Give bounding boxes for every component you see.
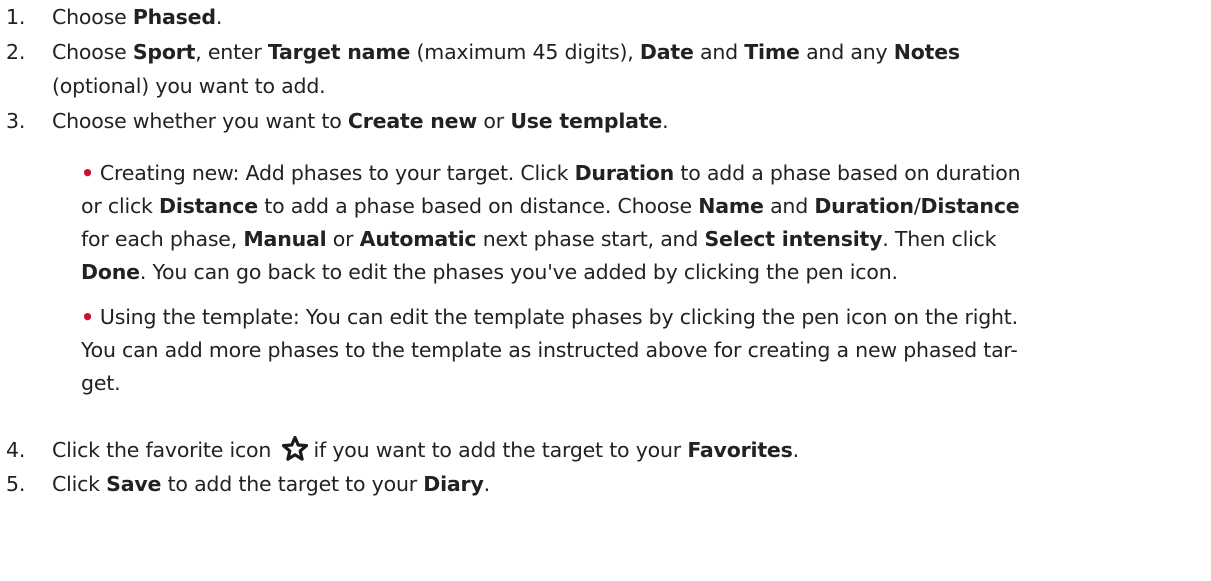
ui-term-distance: Distance xyxy=(159,194,258,218)
step-number: 1. xyxy=(6,5,26,29)
bullet-text: and xyxy=(763,194,815,218)
bullet-create-new: • Creating new: Add phases to your target… xyxy=(81,156,1021,190)
bullet-text: or xyxy=(326,227,360,251)
step-number: 2. xyxy=(6,40,26,64)
bullet-dot: • xyxy=(81,161,94,185)
step-text: and any xyxy=(799,40,894,64)
step-text: Choose xyxy=(52,40,133,64)
ui-term-duration: Duration xyxy=(814,194,914,218)
star-icon xyxy=(281,435,308,471)
bullet-use-template: • Using the template: You can edit the te… xyxy=(81,300,1018,334)
step-text: Click xyxy=(52,472,107,496)
step-5: 5. Click Save to add the target to your D… xyxy=(0,467,490,501)
bullet-create-new-line-3: for each phase, Manual or Automatic next… xyxy=(81,222,997,256)
step-1: 1. Choose Phased. xyxy=(0,0,222,34)
step-4: 4. Click the favorite icon if you want to… xyxy=(0,433,799,471)
step-text: . xyxy=(483,472,491,496)
step-2-continued: (optional) you want to add. xyxy=(52,69,326,103)
ui-term-use-template: Use template xyxy=(510,109,663,133)
step-text: and xyxy=(693,40,745,64)
ui-term-phased: Phased xyxy=(132,5,216,29)
ui-term-diary: Diary xyxy=(423,472,484,496)
step-text: or xyxy=(477,109,511,133)
step-text: . xyxy=(662,109,669,133)
bullet-text: get. xyxy=(81,371,121,395)
bullet-text: . Then click xyxy=(882,227,997,251)
ui-term-save: Save xyxy=(106,472,162,496)
bullet-use-template-line-2: You can add more phases to the template … xyxy=(81,333,1018,367)
step-text: (optional) you want to add. xyxy=(52,74,326,98)
bullet-text: for each phase, xyxy=(81,227,244,251)
bullet-create-new-line-2: or click Distance to add a phase based o… xyxy=(81,189,1020,223)
bullet-use-template-line-3: get. xyxy=(81,366,121,400)
ui-term-select-intensity: Select intensity xyxy=(704,227,883,251)
bullet-text: Using the template: You can edit the tem… xyxy=(99,305,1018,329)
ui-term-duration: Duration xyxy=(574,161,675,185)
ui-term-notes: Notes xyxy=(893,40,960,64)
bullet-text: or click xyxy=(81,194,160,218)
bullet-text: Creating new: Add phases to your target.… xyxy=(99,161,575,185)
instructions-document: 1. Choose Phased. 2. Choose Sport, enter T… xyxy=(0,0,1211,581)
step-text: (maximum 45 digits), xyxy=(410,40,640,64)
ui-term-distance: Distance xyxy=(920,194,1020,218)
step-number: 5. xyxy=(6,472,26,496)
bullet-text: / xyxy=(913,194,921,218)
step-number: 4. xyxy=(6,438,26,462)
ui-term-target-name: Target name xyxy=(267,40,411,64)
bullet-text: next phase start, and xyxy=(476,227,705,251)
ui-term-done: Done xyxy=(81,260,140,284)
step-3: 3. Choose whether you want to Create new … xyxy=(0,104,669,138)
step-number: 3. xyxy=(6,109,26,133)
step-text: Choose xyxy=(52,5,133,29)
bullet-create-new-line-4: Done. You can go back to edit the phases… xyxy=(81,255,898,289)
step-text: . xyxy=(215,5,223,29)
ui-term-name: Name xyxy=(698,194,764,218)
bullet-text: . You can go back to edit the phases you… xyxy=(139,260,898,284)
ui-term-sport: Sport xyxy=(132,40,196,64)
ui-term-create-new: Create new xyxy=(347,109,478,133)
bullet-text: to add a phase based on duration xyxy=(674,161,1021,185)
step-text: , enter xyxy=(195,40,268,64)
step-text: . xyxy=(792,438,800,462)
step-text: Choose whether you want to xyxy=(52,109,348,133)
step-text: if you want to add the target to your xyxy=(313,438,688,462)
bullet-dot: • xyxy=(81,305,94,329)
ui-term-automatic: Automatic xyxy=(359,227,477,251)
ui-term-date: Date xyxy=(639,40,694,64)
ui-term-favorites: Favorites xyxy=(687,438,793,462)
ui-term-manual: Manual xyxy=(243,227,327,251)
step-text: Click the favorite icon xyxy=(52,438,278,462)
step-2: 2. Choose Sport, enter Target name (maxim… xyxy=(0,35,960,69)
ui-term-time: Time xyxy=(744,40,800,64)
bullet-text: to add a phase based on distance. Choose xyxy=(257,194,699,218)
bullet-text: You can add more phases to the template … xyxy=(81,338,1018,362)
step-text: to add the target to your xyxy=(161,472,424,496)
